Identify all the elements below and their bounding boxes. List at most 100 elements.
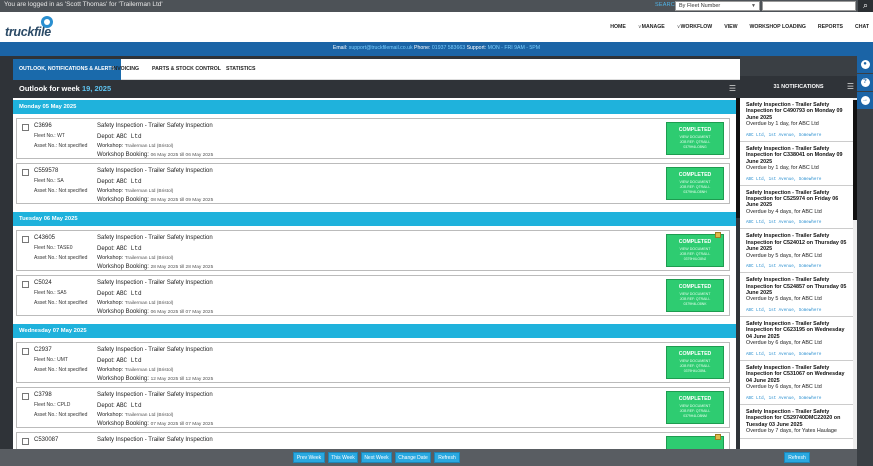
- notification-item[interactable]: Safety Inspection - Trailer Safety Inspe…: [740, 142, 853, 186]
- outlook-entry[interactable]: C559578 Fleet No.: SA Asset No.: Not speci…: [16, 163, 730, 204]
- vehicle-reg[interactable]: C3696: [34, 123, 52, 129]
- view-document-link[interactable]: VIEW DOCUMENT: [667, 359, 723, 363]
- nav-item-workshop-loading[interactable]: WORKSHOP LOADING: [749, 24, 805, 30]
- notification-title[interactable]: Safety Inspection - Trailer Safety Inspe…: [746, 146, 847, 165]
- notification-title[interactable]: Safety Inspection - Trailer Safety Inspe…: [746, 409, 847, 428]
- nav-item-view[interactable]: VIEW: [724, 24, 737, 30]
- tab-parts-stock-control[interactable]: PARTS & STOCK CONTROL: [146, 59, 227, 80]
- status-completed-badge[interactable]: COMPLETED VIEW DOCUMENT JOB REF: QTRAILI- 0…: [666, 279, 724, 312]
- change-date-button[interactable]: Change Date: [395, 452, 431, 463]
- job-ref: JOB REF: QTRAILI-: [679, 185, 711, 189]
- tab-statistics[interactable]: STATISTICS: [220, 59, 262, 80]
- depot: Depot: ABC Ltd: [97, 290, 142, 297]
- outlook-entry[interactable]: C530087 Safety Inspection - Trailer Safet…: [16, 432, 730, 449]
- nav-item-home[interactable]: HOME: [610, 24, 626, 30]
- view-document-link[interactable]: VIEW DOCUMENT: [667, 135, 723, 139]
- outlook-entry[interactable]: C3798 Fleet No.: CPLD Asset No.: Not speci…: [16, 387, 730, 428]
- notification-item[interactable]: Safety Inspection - Trailer Safety Inspe…: [740, 361, 853, 405]
- view-document-link[interactable]: VIEW DOCUMENT: [667, 292, 723, 296]
- workshop-prefix: Workshop:: [97, 300, 124, 306]
- refresh-button[interactable]: Refresh: [434, 452, 460, 463]
- job-title[interactable]: Safety Inspection - Trailer Safety Inspe…: [97, 280, 213, 286]
- nav-item-manage[interactable]: MANAGE: [638, 24, 665, 30]
- status-completed-badge[interactable]: COMPLETED VIEW DOCUMENT JOB REF: QTRAILI- 0…: [666, 391, 724, 424]
- logged-in-text: You are logged in as 'Scott Thomas' for …: [4, 1, 163, 8]
- notification-title[interactable]: Safety Inspection - Trailer Safety Inspe…: [746, 365, 847, 384]
- note-flag-icon[interactable]: [715, 434, 721, 440]
- notification-title[interactable]: Safety Inspection - Trailer Safety Inspe…: [746, 102, 847, 121]
- vehicle-reg[interactable]: C530087: [34, 437, 58, 443]
- nav-item-chat[interactable]: CHAT: [855, 24, 869, 30]
- workshop-booking: Workshop Booking: 08 May 2025 till 09 Ma…: [97, 197, 213, 203]
- vehicle-reg[interactable]: C2937: [34, 347, 52, 353]
- outlook-entry[interactable]: C43605 Fleet No.: TASE0 Asset No.: Not spe…: [16, 230, 730, 271]
- job-title[interactable]: Safety Inspection - Trailer Safety Inspe…: [97, 347, 213, 353]
- view-document-link[interactable]: VIEW DOCUMENT: [667, 404, 723, 408]
- logout-button[interactable]: →: [857, 92, 873, 109]
- entry-checkbox[interactable]: [22, 438, 29, 445]
- tab-invoicing[interactable]: INVOICING: [106, 59, 145, 80]
- workshop-value: Trailerman Ltd (Bristol): [124, 368, 174, 373]
- notification-item[interactable]: Safety Inspection - Trailer Safety Inspe…: [740, 273, 853, 318]
- entry-checkbox[interactable]: [22, 124, 29, 131]
- vehicle-reg[interactable]: C5024: [34, 280, 52, 286]
- nav-item-workflow[interactable]: WORKFLOW: [677, 24, 713, 30]
- status-completed-badge[interactable]: COMPLETED VIEW DOCUMENT JOB REF: QTRAILI- 0…: [666, 232, 724, 267]
- notifications-list[interactable]: Safety Inspection - Trailer Safety Inspe…: [740, 98, 853, 449]
- notification-title[interactable]: Safety Inspection - Trailer Safety Inspe…: [746, 321, 847, 340]
- next-week-button[interactable]: Next Week: [361, 452, 392, 463]
- notifications-refresh-button[interactable]: Refresh: [784, 452, 810, 463]
- notification-item[interactable]: Safety Inspection - Trailer Safety Inspe…: [740, 98, 853, 142]
- depot: Depot: ABC Ltd: [97, 357, 142, 364]
- vehicle-reg[interactable]: C43605: [34, 235, 55, 241]
- outlook-entry[interactable]: C3696 Fleet No.: WT Asset No.: Not specifi…: [16, 118, 730, 159]
- job-title[interactable]: Safety Inspection - Trailer Safety Inspe…: [97, 168, 213, 174]
- notifications-menu-icon[interactable]: ☰: [847, 82, 854, 91]
- logo[interactable]: truckfile: [5, 16, 65, 40]
- notification-item[interactable]: Safety Inspection - Trailer Safety Inspe…: [740, 229, 853, 274]
- asset-number: Asset No.: Not specified: [34, 188, 88, 194]
- vehicle-reg[interactable]: C559578: [34, 168, 58, 174]
- this-week-button[interactable]: This Week: [328, 452, 358, 463]
- vehicle-reg[interactable]: C3798: [34, 392, 52, 398]
- outlook-list[interactable]: Monday 05 May 2025 C3696 Fleet No.: WT Asse…: [13, 98, 736, 449]
- entry-checkbox[interactable]: [22, 236, 29, 243]
- fleet-number: Fleet No.: TASE0: [34, 245, 72, 251]
- notification-item[interactable]: Safety Inspection - Trailer Safety Inspe…: [740, 317, 853, 361]
- status-completed-badge[interactable]: COMPLETED VIEW DOCUMENT JOB REF: QTRAILI- 0…: [666, 346, 724, 379]
- status-completed-badge[interactable]: COMPLETED VIEW DOCUMENT JOB REF: QTRAILI- 0…: [666, 122, 724, 155]
- prev-week-button[interactable]: Prev Week: [293, 452, 325, 463]
- outlook-menu-icon[interactable]: ☰: [729, 84, 736, 93]
- entry-checkbox[interactable]: [22, 169, 29, 176]
- status-completed-badge[interactable]: [666, 434, 724, 449]
- note-flag-icon[interactable]: [715, 232, 721, 238]
- search-input[interactable]: [762, 1, 856, 11]
- user-button[interactable]: ●: [857, 56, 873, 73]
- notifications-scrollbar[interactable]: [853, 98, 857, 449]
- workshop: Workshop: Trailerman Ltd (Bristol): [97, 367, 173, 373]
- job-title[interactable]: Safety Inspection - Trailer Safety Inspe…: [97, 123, 213, 129]
- view-document-link[interactable]: VIEW DOCUMENT: [667, 247, 723, 251]
- status-completed-badge[interactable]: COMPLETED VIEW DOCUMENT JOB REF: QTRAILI- 0…: [666, 167, 724, 200]
- notification-title[interactable]: Safety Inspection - Trailer Safety Inspe…: [746, 190, 847, 209]
- job-title[interactable]: Safety Inspection - Trailer Safety Inspe…: [97, 437, 213, 443]
- job-title[interactable]: Safety Inspection - Trailer Safety Inspe…: [97, 392, 213, 398]
- notifications-scrollbar-thumb[interactable]: [853, 100, 857, 220]
- notification-title[interactable]: Safety Inspection - Trailer Safety Inspe…: [746, 277, 847, 296]
- tab-outlook-notifications-alerts[interactable]: OUTLOOK, NOTIFICATIONS & ALERTS: [13, 59, 121, 80]
- nav-item-reports[interactable]: REPORTS: [818, 24, 843, 30]
- help-button[interactable]: ?: [857, 74, 873, 91]
- search-by-select[interactable]: By Fleet Number ▼: [675, 1, 760, 11]
- job-title[interactable]: Safety Inspection - Trailer Safety Inspe…: [97, 235, 213, 241]
- outlook-entry[interactable]: C2937 Fleet No.: UMT Asset No.: Not specif…: [16, 342, 730, 383]
- search-button[interactable]: ⌕: [858, 0, 873, 12]
- support-email-link[interactable]: support@truckfilemail.co.uk: [349, 45, 413, 51]
- entry-checkbox[interactable]: [22, 281, 29, 288]
- notification-item[interactable]: Safety Inspection - Trailer Safety Inspe…: [740, 405, 853, 439]
- notification-title[interactable]: Safety Inspection - Trailer Safety Inspe…: [746, 233, 847, 252]
- entry-checkbox[interactable]: [22, 348, 29, 355]
- entry-checkbox[interactable]: [22, 393, 29, 400]
- view-document-link[interactable]: VIEW DOCUMENT: [667, 180, 723, 184]
- notification-item[interactable]: Safety Inspection - Trailer Safety Inspe…: [740, 186, 853, 230]
- outlook-entry[interactable]: C5024 Fleet No.: SA5 Asset No.: Not specif…: [16, 275, 730, 316]
